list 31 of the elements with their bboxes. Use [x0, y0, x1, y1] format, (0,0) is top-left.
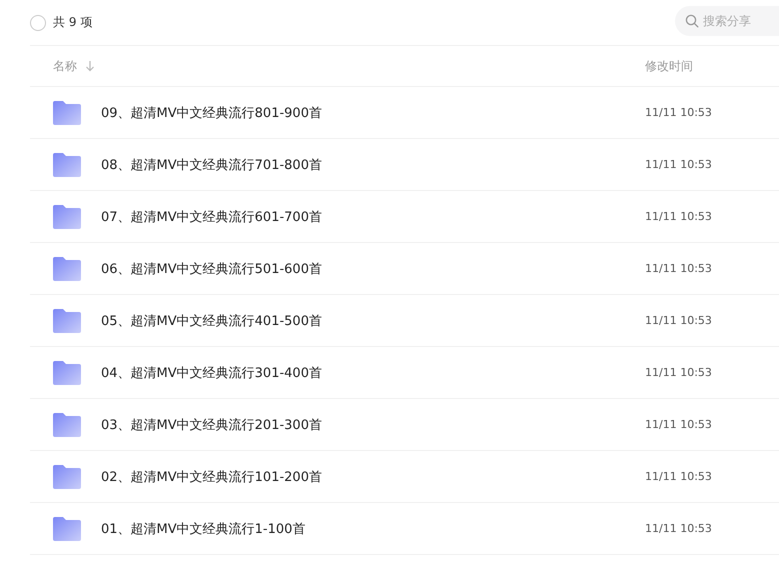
modified-time: 11/11 10:53: [645, 418, 712, 431]
folder-icon: [53, 412, 81, 436]
folder-name[interactable]: 08、超清MV中文经典流行701-800首: [101, 156, 322, 174]
folder-icon: [53, 464, 81, 488]
folder-icon: [53, 360, 81, 384]
folder-name[interactable]: 04、超清MV中文经典流行301-400首: [101, 364, 322, 382]
modified-time: 11/11 10:53: [645, 262, 712, 275]
modified-time: 11/11 10:53: [645, 314, 712, 327]
folder-name[interactable]: 06、超清MV中文经典流行501-600首: [101, 260, 322, 278]
folder-name[interactable]: 07、超清MV中文经典流行601-700首: [101, 208, 322, 226]
item-count: 共 9 项: [53, 14, 92, 31]
folder-icon: [53, 256, 81, 280]
modified-time: 11/11 10:53: [645, 210, 712, 223]
modified-time: 11/11 10:53: [645, 106, 712, 119]
folder-name[interactable]: 02、超清MV中文经典流行101-200首: [101, 468, 322, 486]
modified-time: 11/11 10:53: [645, 522, 712, 535]
folder-icon: [53, 100, 81, 124]
folder-icon: [53, 152, 81, 176]
folder-icon: [53, 204, 81, 228]
modified-time: 11/11 10:53: [645, 366, 712, 379]
folder-name[interactable]: 03、超清MV中文经典流行201-300首: [101, 416, 322, 434]
folder-name[interactable]: 05、超清MV中文经典流行401-500首: [101, 312, 322, 330]
select-all-checkbox[interactable]: [30, 14, 46, 30]
folder-name[interactable]: 09、超清MV中文经典流行801-900首: [101, 104, 322, 122]
folder-icon: [53, 516, 81, 540]
folder-name[interactable]: 01、超清MV中文经典流行1-100首: [101, 520, 306, 538]
search-field[interactable]: 搜索分享: [675, 6, 779, 36]
modified-time: 11/11 10:53: [645, 158, 712, 171]
sort-arrow-icon[interactable]: [85, 60, 95, 72]
modified-time: 11/11 10:53: [645, 470, 712, 483]
folder-icon: [53, 308, 81, 332]
